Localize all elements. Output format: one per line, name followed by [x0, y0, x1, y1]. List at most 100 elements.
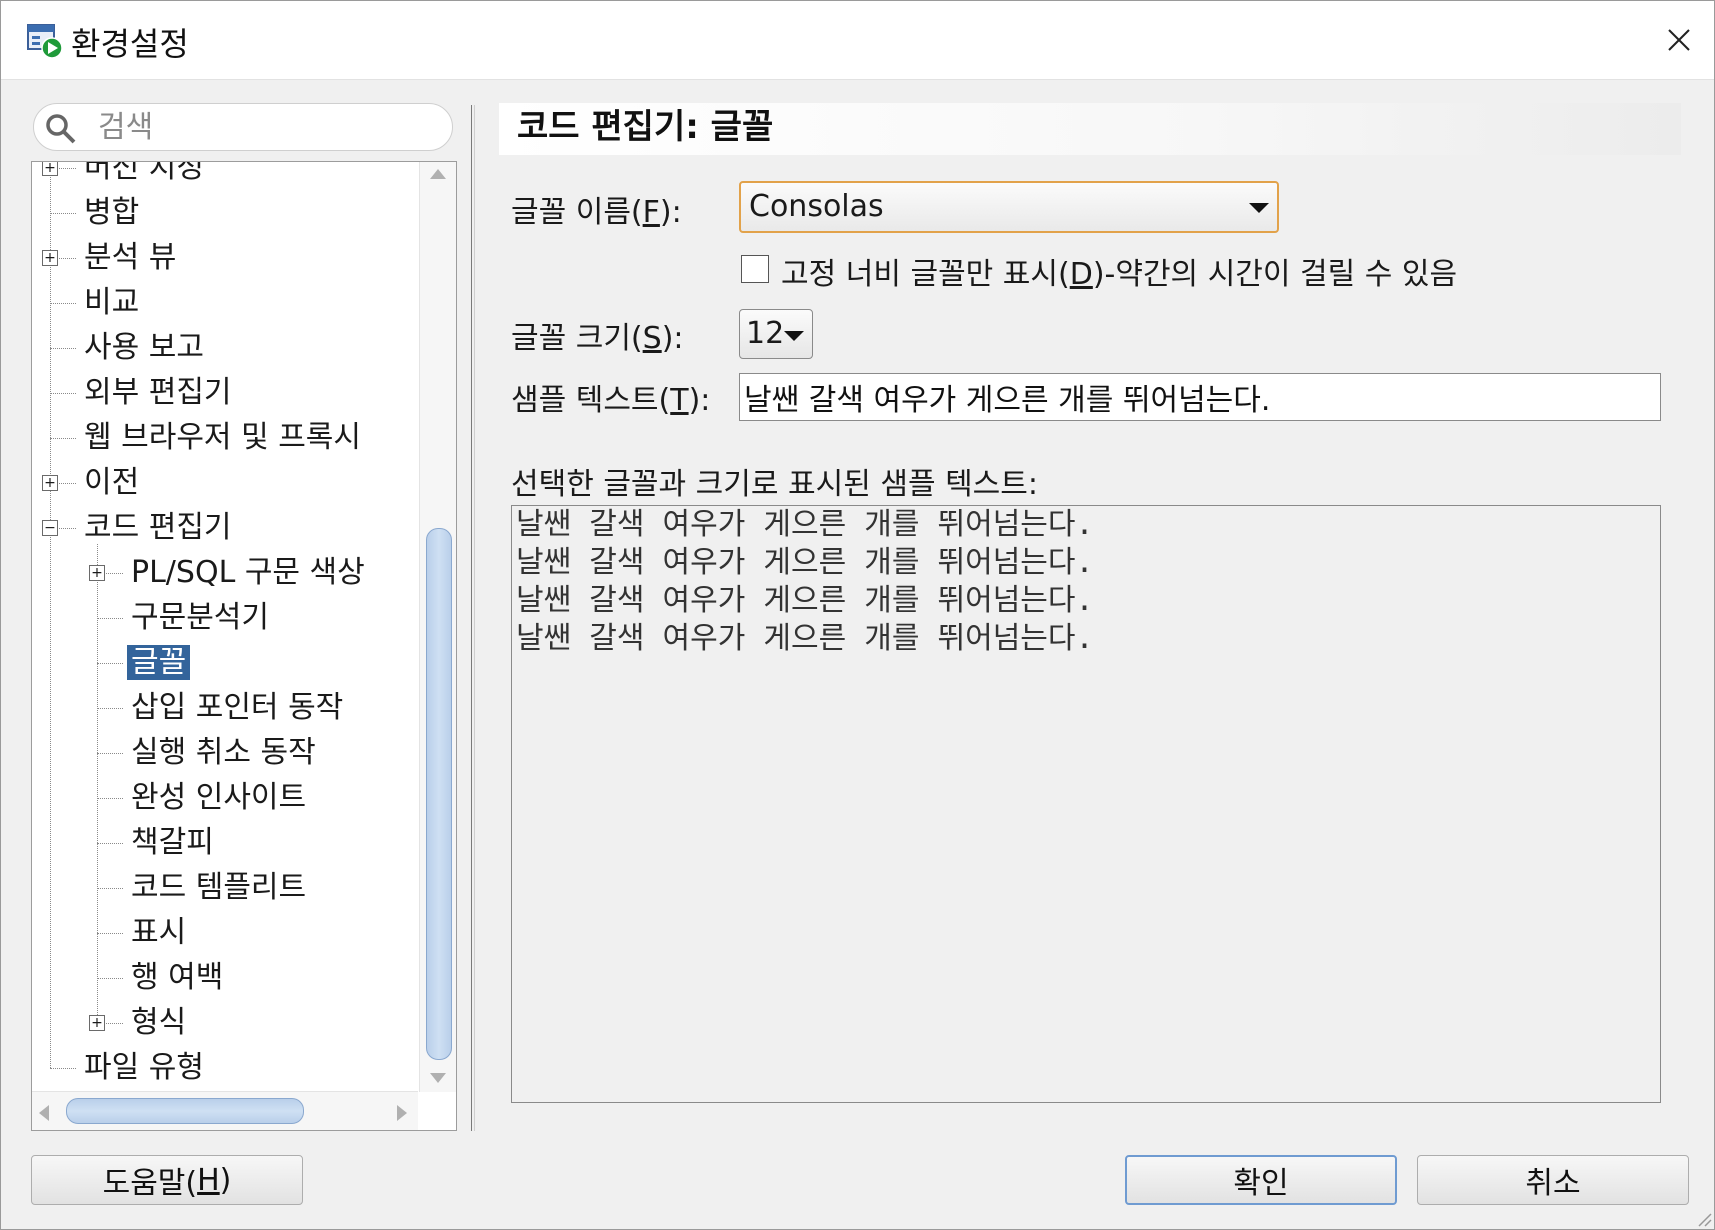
vertical-scroll-thumb[interactable]: [426, 528, 452, 1060]
tree-guide-line: [97, 798, 123, 799]
expand-icon[interactable]: +: [42, 250, 58, 266]
tree-item[interactable]: 책갈피: [127, 821, 218, 865]
fixed-width-checkbox[interactable]: [741, 255, 769, 283]
tree-item[interactable]: 형식: [127, 1001, 190, 1045]
tree-item[interactable]: 완성 인사이트: [127, 776, 310, 820]
sample-text-label: 샘플 텍스트(T):: [511, 383, 711, 418]
tree-item-label: 파일 유형: [84, 1050, 204, 1085]
tree-item-label: 표시: [131, 915, 187, 950]
tree-guide-line: [97, 544, 98, 1029]
page-title: 코드 편집기: 글꼴: [517, 107, 774, 147]
tree-guide-line: [50, 1068, 76, 1069]
sample-text-input[interactable]: [739, 373, 1661, 421]
tree-viewport: + 버전 지정병합 + 분석 뷰비교사용 보고외부 편집기 웹 브라우저 및 프록시 + 이…: [32, 162, 418, 1092]
font-size-label: 글꼴 크기(S):: [511, 321, 684, 356]
font-preview-area: 날쌘 갈색 여우가 게으른 개를 뛰어넘는다. 날쌘 갈색 여우가 게으른 개를…: [511, 505, 1661, 1103]
tree-guide-line: [97, 618, 123, 619]
tree-item[interactable]: 웹 브라우저 및 프록시: [80, 416, 365, 460]
scroll-down-arrow-icon[interactable]: [429, 1072, 447, 1084]
tree-item[interactable]: 코드 템플리트: [127, 866, 310, 910]
tree-guide-line: [50, 438, 76, 439]
tree-item-label: 사용 보고: [84, 330, 204, 365]
window-title: 환경설정: [71, 25, 189, 63]
tree-item-label: 병합: [84, 195, 140, 230]
tree-item[interactable]: 병합: [80, 191, 143, 235]
scroll-up-arrow-icon[interactable]: [429, 168, 447, 180]
tree-item[interactable]: 버전 지정: [80, 162, 208, 190]
tree-item[interactable]: 삽입 포인터 동작: [127, 686, 347, 730]
tree-item-label: 행 여백: [131, 960, 224, 995]
cancel-button[interactable]: 취소: [1417, 1155, 1689, 1205]
tree-item[interactable]: 사용 보고: [80, 326, 208, 370]
panel-splitter[interactable]: [471, 105, 472, 1131]
scroll-right-arrow-icon[interactable]: [396, 1104, 408, 1122]
expand-icon[interactable]: +: [42, 162, 58, 176]
tree-horizontal-scrollbar[interactable]: [32, 1091, 418, 1130]
tree-guide-line: [50, 162, 51, 1068]
tree-item[interactable]: 실행 취소 동작: [127, 731, 320, 775]
tree-guide-line: [50, 348, 76, 349]
search-icon: [46, 114, 76, 144]
tree-item[interactable]: 코드 편집기: [80, 506, 236, 550]
tree-item-label: 코드 템플리트: [131, 870, 307, 905]
tree-guide-line: [97, 708, 123, 709]
expand-icon[interactable]: +: [89, 1015, 105, 1031]
resize-grip-icon[interactable]: [1694, 1209, 1712, 1227]
tree-item-label: 코드 편집기: [84, 510, 232, 545]
tree-guide-line: [50, 303, 76, 304]
close-button[interactable]: [1644, 1, 1714, 79]
tree-item[interactable]: 표시: [127, 911, 190, 955]
preferences-dialog: 환경설정 + 버전 지정병합 + 분석 뷰비교사용 보고외부 편집기웹 브라우저 및 …: [0, 0, 1715, 1230]
tree-item-label: 분석 뷰: [84, 240, 177, 275]
panel-splitter-highlight: [474, 105, 475, 1131]
tree-item[interactable]: 비교: [80, 281, 143, 325]
tree-item[interactable]: 분석 뷰: [80, 236, 180, 280]
tree-item-label: 버전 지정: [84, 162, 204, 185]
preview-label: 선택한 글꼴과 크기로 표시된 샘플 텍스트:: [511, 467, 1038, 502]
preview-line: 날쌘 갈색 여우가 게으른 개를 뛰어넘는다.: [516, 583, 1094, 618]
tree-item[interactable]: PL/SQL 구문 색상: [127, 551, 369, 595]
font-size-value: 12: [746, 316, 785, 351]
font-name-dropdown[interactable]: Consolas: [739, 181, 1279, 233]
expand-icon[interactable]: +: [89, 565, 105, 581]
tree-guide-line: [50, 393, 76, 394]
tree-item[interactable]: 외부 편집기: [80, 371, 236, 415]
preferences-tree: + 버전 지정병합 + 분석 뷰비교사용 보고외부 편집기 웹 브라우저 및 프록시 + 이…: [31, 161, 457, 1131]
tree-vertical-scrollbar[interactable]: [419, 162, 456, 1092]
tree-item[interactable]: 구문분석기: [127, 596, 273, 640]
tree-item[interactable]: 글꼴: [127, 641, 191, 685]
tree-item-label: 비교: [84, 285, 140, 320]
search-box[interactable]: [33, 103, 453, 151]
tree-guide-line: [97, 933, 123, 934]
tree-item-label: 책갈피: [131, 825, 214, 860]
tree-guide-line: [97, 663, 123, 664]
tree-item-label: 글꼴: [127, 645, 191, 680]
preferences-app-icon: [27, 24, 63, 59]
tree-guide-line: [97, 888, 123, 889]
search-input[interactable]: [96, 108, 440, 146]
chevron-down-icon: [784, 331, 804, 341]
tree-item[interactable]: 파일 유형: [80, 1046, 208, 1090]
tree-item-label: 구문분석기: [131, 600, 269, 635]
ok-button[interactable]: 확인: [1125, 1155, 1397, 1205]
tree-item-label: 삽입 포인터 동작: [131, 690, 344, 725]
tree-guide-line: [97, 753, 123, 754]
expand-icon[interactable]: +: [42, 475, 58, 491]
preview-line: 날쌘 갈색 여우가 게으른 개를 뛰어넘는다.: [516, 545, 1094, 580]
tree-item-label: 실행 취소 동작: [131, 735, 316, 770]
close-icon: [1668, 29, 1690, 51]
font-name-label: 글꼴 이름(F):: [511, 195, 682, 230]
font-size-dropdown[interactable]: 12: [739, 309, 813, 359]
preview-line: 날쌘 갈색 여우가 게으른 개를 뛰어넘는다.: [516, 507, 1094, 542]
fixed-width-label[interactable]: 고정 너비 글꼴만 표시(D)-약간의 시간이 걸릴 수 있음: [781, 249, 1457, 293]
tree-item-label: 완성 인사이트: [131, 780, 307, 815]
tree-guide-line: [97, 843, 123, 844]
help-button[interactable]: 도움말(H): [31, 1155, 303, 1205]
tree-item[interactable]: 이전: [80, 461, 143, 505]
scroll-left-arrow-icon[interactable]: [38, 1104, 50, 1122]
horizontal-scroll-thumb[interactable]: [66, 1098, 304, 1124]
tree-guide-line: [97, 978, 123, 979]
tree-item[interactable]: 행 여백: [127, 956, 227, 1000]
font-name-value: Consolas: [749, 189, 884, 224]
collapse-icon[interactable]: −: [42, 520, 58, 536]
